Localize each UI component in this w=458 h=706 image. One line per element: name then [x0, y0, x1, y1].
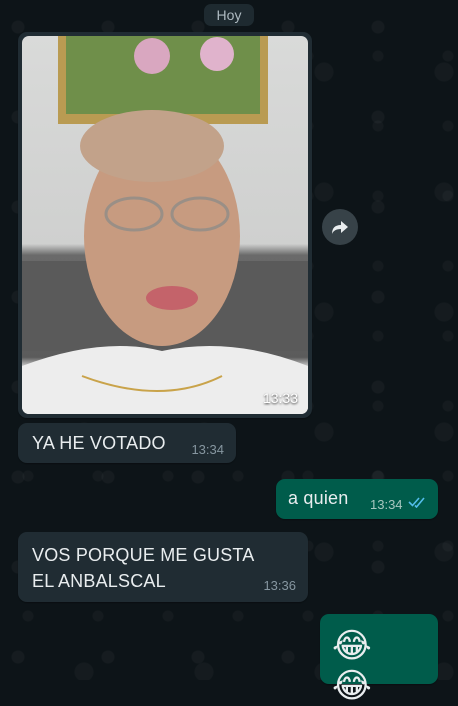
- laughing-emoji-text: 😂 😂: [332, 626, 380, 706]
- incoming-message[interactable]: VOS PORQUE ME GUSTA EL ANBALSCAL 13:36: [18, 532, 308, 602]
- message-text: YA HE VOTADO: [32, 433, 166, 453]
- message-time: 13:36: [263, 578, 296, 593]
- forward-button[interactable]: [322, 209, 358, 245]
- photo-time: 13:33: [262, 390, 298, 406]
- message-time: 13:34: [370, 497, 403, 512]
- message-text: a quien: [288, 488, 349, 508]
- message-time: 13:34: [191, 442, 224, 457]
- photo-illustration: [22, 36, 308, 414]
- forward-icon: [332, 221, 348, 234]
- date-chip: Hoy: [204, 4, 254, 26]
- outgoing-emoji-message[interactable]: 😂 😂: [320, 614, 438, 706]
- outgoing-message[interactable]: a quien 13:34: [276, 479, 438, 519]
- incoming-message[interactable]: YA HE VOTADO 13:34: [18, 423, 236, 463]
- double-check-icon: [408, 497, 425, 508]
- message-text: VOS PORQUE ME GUSTA EL ANBALSCAL: [32, 545, 254, 591]
- message-photo[interactable]: 13:33: [22, 36, 308, 414]
- photo-message[interactable]: 13:33: [18, 32, 312, 418]
